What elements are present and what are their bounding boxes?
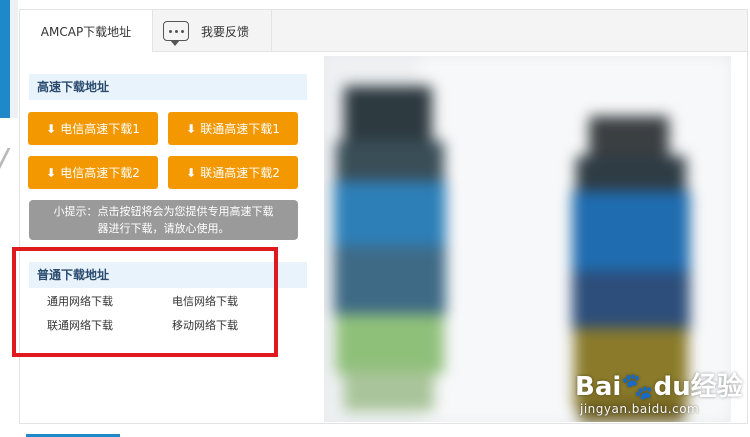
watermark-url: jingyan.baidu.com: [580, 402, 700, 416]
tab-amcap-download[interactable]: AMCAP下载地址: [20, 10, 153, 52]
unicom-fast-download-1-button[interactable]: ⬇ 联通高速下载1: [168, 112, 298, 145]
paw-icon: 🐾: [621, 372, 654, 402]
telecom-fast-download-1-button[interactable]: ⬇ 电信高速下载1: [28, 112, 158, 145]
button-label: 电信高速下载2: [60, 166, 140, 180]
button-label: 联通高速下载2: [200, 166, 280, 180]
tip-line-2: 器进行下载，请放心使用。: [97, 222, 230, 235]
fast-download-header: 高速下载地址: [29, 74, 307, 100]
watermark-brand-mid: du: [653, 372, 691, 402]
background-doodle: /: [0, 142, 7, 182]
watermark-brand: Bai: [575, 372, 622, 402]
baidu-jingyan-watermark: Bai🐾du经验: [575, 366, 743, 403]
button-label: 电信高速下载1: [60, 122, 140, 136]
watermark-brand-cn: 经验: [690, 372, 743, 402]
button-label: 联通高速下载1: [200, 122, 280, 136]
download-icon: ⬇: [46, 165, 57, 180]
fast-download-title: 高速下载地址: [37, 80, 110, 94]
highlight-annotation-box: [12, 247, 278, 357]
tip-box: 小提示：点击按钮将会为您提供专用高速下载 器进行下载，请放心使用。: [29, 200, 298, 240]
download-icon: ⬇: [186, 121, 197, 136]
tip-line-1: 小提示：点击按钮将会为您提供专用高速下载: [53, 205, 274, 218]
left-gray-bar: [10, 0, 18, 118]
unicom-fast-download-2-button[interactable]: ⬇ 联通高速下载2: [168, 156, 298, 189]
tab-bar: AMCAP下载地址 我要反馈: [20, 10, 747, 52]
download-icon: ⬇: [186, 165, 197, 180]
chat-bubble-icon: [163, 21, 189, 46]
tab-feedback[interactable]: 我要反馈: [153, 10, 272, 52]
tab-amcap-label: AMCAP下载地址: [40, 24, 132, 39]
download-icon: ⬇: [46, 121, 57, 136]
left-accent-bar: [0, 0, 10, 118]
tab-feedback-label: 我要反馈: [201, 24, 250, 39]
telecom-fast-download-2-button[interactable]: ⬇ 电信高速下载2: [28, 156, 158, 189]
